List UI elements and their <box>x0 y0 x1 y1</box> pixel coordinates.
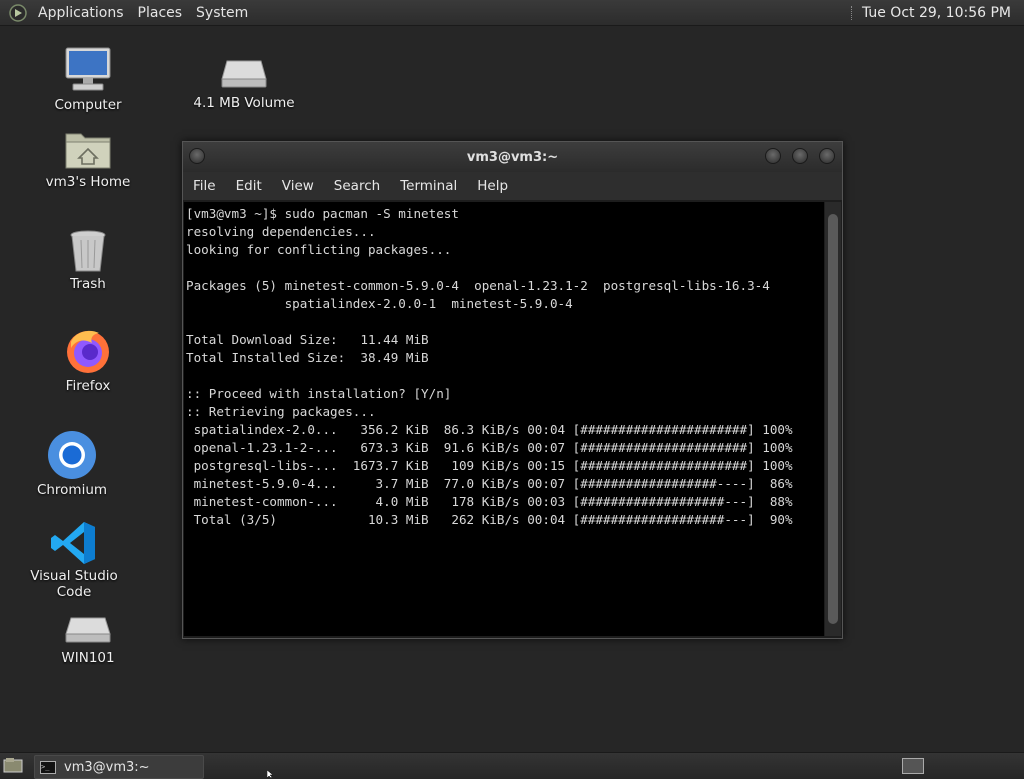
workspace-switcher[interactable] <box>902 758 924 774</box>
window-title: vm3@vm3:~ <box>466 149 559 165</box>
top-panel: Applications Places System Tue Oct 29, 1… <box>0 0 1024 26</box>
menu-edit[interactable]: Edit <box>226 178 272 194</box>
applications-logo-icon[interactable] <box>9 3 27 22</box>
applications-menu[interactable]: Applications <box>31 5 131 21</box>
places-menu[interactable]: Places <box>131 5 190 21</box>
desktop-icon-label: WIN101 <box>61 650 115 666</box>
desktop-icon-label: 4.1 MB Volume <box>193 95 295 111</box>
desktop-icon-label: Visual Studio Code <box>30 568 118 600</box>
menu-search[interactable]: Search <box>324 178 390 194</box>
home-folder-icon <box>65 133 111 169</box>
desktop-icon-computer[interactable]: Computer <box>28 45 148 113</box>
menu-terminal[interactable]: Terminal <box>390 178 467 194</box>
window-titlebar[interactable]: vm3@vm3:~ <box>183 142 842 172</box>
trash-icon <box>70 230 106 272</box>
window-menu-icon[interactable] <box>189 148 205 164</box>
clock[interactable]: Tue Oct 29, 10:56 PM <box>862 5 1024 21</box>
desktop-icon-volume[interactable]: 4.1 MB Volume <box>184 55 304 111</box>
desktop-icon-chromium[interactable]: Chromium <box>12 430 132 498</box>
drive-icon <box>65 617 111 643</box>
menu-help[interactable]: Help <box>467 178 518 194</box>
desktop-icon-label: Firefox <box>65 378 111 394</box>
computer-icon <box>65 47 111 91</box>
firefox-icon <box>67 330 109 373</box>
minimize-icon[interactable] <box>765 148 781 164</box>
desktop-icon-trash[interactable]: Trash <box>28 228 148 292</box>
desktop-icon-label: Computer <box>54 97 122 113</box>
desktop-icon-firefox[interactable]: Firefox <box>28 326 148 394</box>
mouse-pointer-icon <box>267 770 274 778</box>
taskbar-button-terminal[interactable]: >_ vm3@vm3:~ <box>34 755 204 779</box>
desktop-icon-label: vm3's Home <box>45 174 131 190</box>
show-desktop-icon[interactable] <box>3 757 23 773</box>
desktop-icon-label: Chromium <box>36 482 108 498</box>
terminal-output: [vm3@vm3 ~]$ sudo pacman -S minetest res… <box>186 206 793 527</box>
terminal-window[interactable]: vm3@vm3:~ File Edit View Search Terminal… <box>182 141 843 639</box>
drive-icon <box>221 60 267 88</box>
menu-file[interactable]: File <box>183 178 226 194</box>
vscode-icon <box>51 522 95 564</box>
terminal-menubar: File Edit View Search Terminal Help <box>183 172 842 200</box>
maximize-icon[interactable] <box>792 148 808 164</box>
terminal-scrollbar[interactable] <box>825 202 841 636</box>
terminal-icon: >_ <box>40 760 56 774</box>
clock-area: Tue Oct 29, 10:56 PM <box>850 0 1024 25</box>
desktop-icon-vscode[interactable]: Visual Studio Code <box>14 520 134 600</box>
terminal-output-area[interactable]: [vm3@vm3 ~]$ sudo pacman -S minetest res… <box>184 202 824 636</box>
panel-separator <box>850 5 854 20</box>
close-icon[interactable] <box>819 148 835 164</box>
desktop-icon-win101[interactable]: WIN101 <box>28 614 148 666</box>
scrollbar-thumb[interactable] <box>828 214 838 624</box>
menu-view[interactable]: View <box>272 178 324 194</box>
system-menu[interactable]: System <box>189 5 255 21</box>
desktop-icon-label: Trash <box>70 276 106 292</box>
taskbar-button-label: vm3@vm3:~ <box>64 759 150 775</box>
desktop-icon-home[interactable]: vm3's Home <box>28 128 148 190</box>
bottom-panel: >_ vm3@vm3:~ <box>0 752 1024 779</box>
chromium-icon <box>48 431 96 479</box>
